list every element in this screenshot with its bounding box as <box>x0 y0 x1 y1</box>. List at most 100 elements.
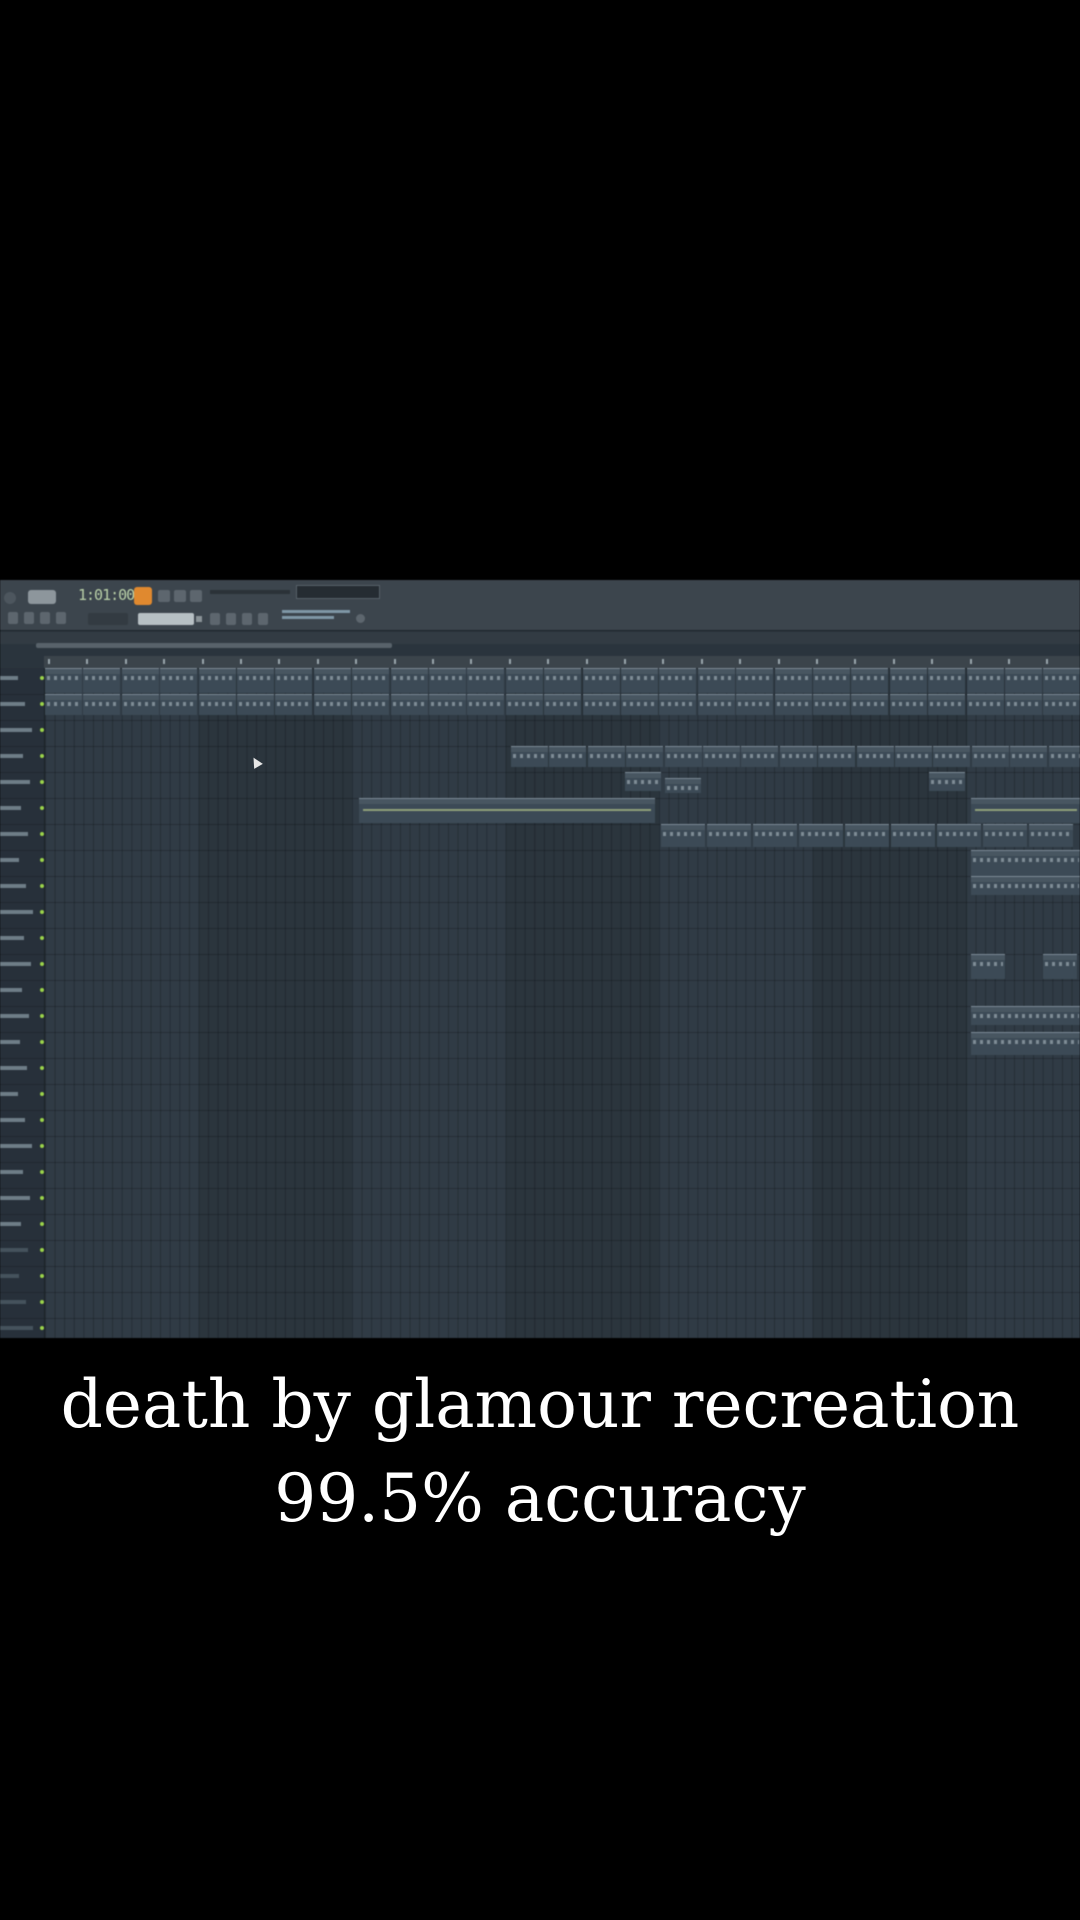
track-led-icon[interactable] <box>40 962 44 966</box>
track-header[interactable] <box>0 1032 44 1059</box>
pattern-clip[interactable] <box>971 1006 1080 1025</box>
pattern-clip[interactable] <box>659 668 697 693</box>
pattern-clip[interactable] <box>889 668 927 693</box>
track-header[interactable] <box>0 798 44 825</box>
pattern-clip[interactable] <box>1043 668 1080 693</box>
track-header[interactable] <box>0 980 44 1007</box>
pattern-clip[interactable] <box>544 668 582 693</box>
pattern-clip[interactable] <box>313 694 351 715</box>
pattern-clip[interactable] <box>891 824 935 847</box>
track-header[interactable] <box>0 1266 44 1293</box>
pattern-clip[interactable] <box>467 694 505 715</box>
pattern-clip[interactable] <box>160 694 198 715</box>
tool-icon[interactable] <box>8 612 18 624</box>
pattern-clip[interactable] <box>971 746 1009 767</box>
pattern-clip[interactable] <box>933 746 971 767</box>
pattern-clip[interactable] <box>697 668 735 693</box>
pattern-clip[interactable] <box>736 694 774 715</box>
track-led-icon[interactable] <box>40 832 44 836</box>
pattern-clip[interactable] <box>928 694 966 715</box>
pattern-clip[interactable] <box>1043 694 1080 715</box>
track-header[interactable] <box>0 746 44 773</box>
pattern-clip[interactable] <box>937 824 981 847</box>
track-led-icon[interactable] <box>40 858 44 862</box>
pattern-clip[interactable] <box>966 668 1004 693</box>
pattern-clip[interactable] <box>198 668 236 693</box>
track-led-icon[interactable] <box>40 1274 44 1278</box>
track-led-icon[interactable] <box>40 754 44 758</box>
track-led-icon[interactable] <box>40 1118 44 1122</box>
pattern-clip[interactable] <box>851 668 889 693</box>
track-header[interactable] <box>0 1006 44 1033</box>
mixer-icon[interactable] <box>210 613 220 625</box>
track-header[interactable] <box>0 902 44 929</box>
pattern-clip[interactable] <box>237 668 274 693</box>
track-led-icon[interactable] <box>40 936 44 940</box>
pattern-clip[interactable] <box>774 694 812 715</box>
pattern-clip[interactable] <box>1005 694 1042 715</box>
tool-icon[interactable] <box>40 612 50 624</box>
pattern-clip[interactable] <box>544 694 582 715</box>
pattern-select[interactable] <box>138 613 194 625</box>
pattern-clip[interactable] <box>1043 954 1077 979</box>
browser-icon[interactable] <box>258 613 268 625</box>
track-header[interactable] <box>0 824 44 851</box>
pattern-clip[interactable] <box>467 668 505 693</box>
pattern-clip[interactable] <box>971 798 1080 823</box>
track-header[interactable] <box>0 1110 44 1137</box>
track-header[interactable] <box>0 928 44 955</box>
snap-select[interactable] <box>88 613 128 625</box>
pattern-clip[interactable] <box>549 746 587 767</box>
master-volume-display[interactable] <box>296 585 380 599</box>
pattern-clip[interactable] <box>889 694 927 715</box>
pattern-clip[interactable] <box>625 772 661 791</box>
loop-button[interactable] <box>190 590 202 602</box>
pattern-clip[interactable] <box>929 772 965 791</box>
track-led-icon[interactable] <box>40 806 44 810</box>
track-header[interactable] <box>0 1292 44 1319</box>
pattern-clip[interactable] <box>582 694 620 715</box>
pattern-clip[interactable] <box>45 694 82 715</box>
pattern-clip[interactable] <box>661 824 705 847</box>
pattern-clip[interactable] <box>1048 746 1080 767</box>
pattern-clip[interactable] <box>352 668 390 693</box>
pattern-clip[interactable] <box>352 694 390 715</box>
pattern-clip[interactable] <box>774 668 812 693</box>
pattern-clip[interactable] <box>1005 668 1042 693</box>
track-header[interactable] <box>0 1084 44 1111</box>
track-led-icon[interactable] <box>40 728 44 732</box>
play-button[interactable] <box>158 590 170 602</box>
pattern-clip[interactable] <box>856 746 894 767</box>
pattern-clip[interactable] <box>237 694 274 715</box>
plugin-icon[interactable] <box>356 614 365 623</box>
pattern-clip[interactable] <box>505 668 543 693</box>
track-header[interactable] <box>0 1136 44 1163</box>
pattern-clip[interactable] <box>664 746 702 767</box>
pattern-clip[interactable] <box>121 694 159 715</box>
track-header[interactable] <box>0 1318 44 1338</box>
pattern-clip[interactable] <box>45 668 82 693</box>
pattern-clip[interactable] <box>813 668 850 693</box>
pattern-clip[interactable] <box>621 668 658 693</box>
pattern-clip[interactable] <box>359 798 655 823</box>
pattern-clip[interactable] <box>971 850 1080 877</box>
pattern-clip[interactable] <box>983 824 1027 847</box>
chevron-down-icon[interactable] <box>196 616 202 622</box>
record-icon[interactable] <box>134 587 152 605</box>
tool-icon[interactable] <box>56 612 66 624</box>
tool-icon[interactable] <box>24 612 34 624</box>
track-led-icon[interactable] <box>40 1144 44 1148</box>
pattern-clip[interactable] <box>741 746 779 767</box>
track-led-icon[interactable] <box>40 1222 44 1226</box>
piano-roll-icon[interactable] <box>242 613 252 625</box>
track-header[interactable] <box>0 850 44 877</box>
pattern-clip[interactable] <box>971 954 1005 979</box>
track-header[interactable] <box>0 876 44 903</box>
track-led-icon[interactable] <box>40 676 44 680</box>
pattern-clip[interactable] <box>1010 746 1048 767</box>
track-led-icon[interactable] <box>40 1248 44 1252</box>
track-header[interactable] <box>0 954 44 981</box>
track-led-icon[interactable] <box>40 1014 44 1018</box>
pattern-clip[interactable] <box>313 668 351 693</box>
track-header[interactable] <box>0 1162 44 1189</box>
